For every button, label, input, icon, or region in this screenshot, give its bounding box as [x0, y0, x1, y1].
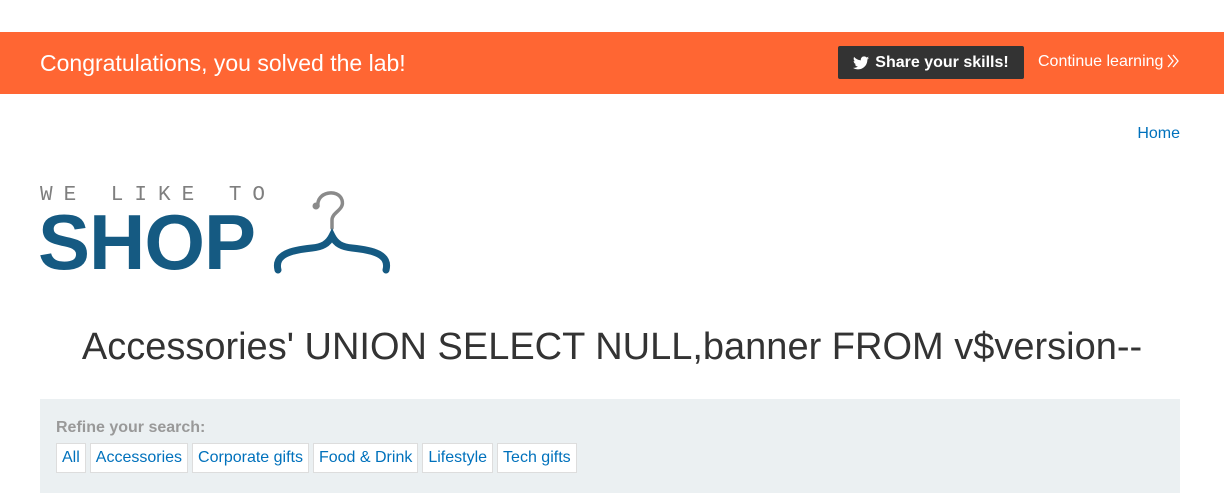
filter-corporate-gifts[interactable]: Corporate gifts	[192, 443, 309, 473]
continue-learning-label: Continue learning	[1038, 53, 1164, 70]
page-title: Accessories' UNION SELECT NULL,banner FR…	[81, 326, 1143, 368]
filter-panel: Refine your search: All Accessories Corp…	[40, 399, 1180, 493]
filter-label: Refine your search:	[56, 419, 206, 436]
double-chevron-right-icon	[1167, 54, 1180, 68]
filter-tech-gifts[interactable]: Tech gifts	[497, 443, 577, 473]
lab-solved-banner: Congratulations, you solved the lab! Sha…	[0, 32, 1224, 94]
home-link[interactable]: Home	[1137, 124, 1180, 144]
share-skills-button[interactable]: Share your skills!	[838, 46, 1024, 79]
continue-learning-link[interactable]: Continue learning	[1038, 52, 1180, 72]
logo-wordmark: SHOP	[38, 198, 256, 286]
hanger-icon	[274, 191, 390, 274]
filter-lifestyle[interactable]: Lifestyle	[422, 443, 494, 473]
shop-logo[interactable]: WE LIKE TO SHOP	[38, 182, 392, 286]
banner-message: Congratulations, you solved the lab!	[40, 50, 406, 76]
filter-accessories[interactable]: Accessories	[89, 443, 189, 473]
share-skills-label: Share your skills!	[875, 53, 1009, 71]
filter-food-drink[interactable]: Food & Drink	[312, 443, 419, 473]
category-filter-list: All Accessories Corporate gifts Food & D…	[56, 443, 577, 473]
filter-all[interactable]: All	[56, 443, 86, 473]
twitter-icon	[853, 55, 870, 69]
